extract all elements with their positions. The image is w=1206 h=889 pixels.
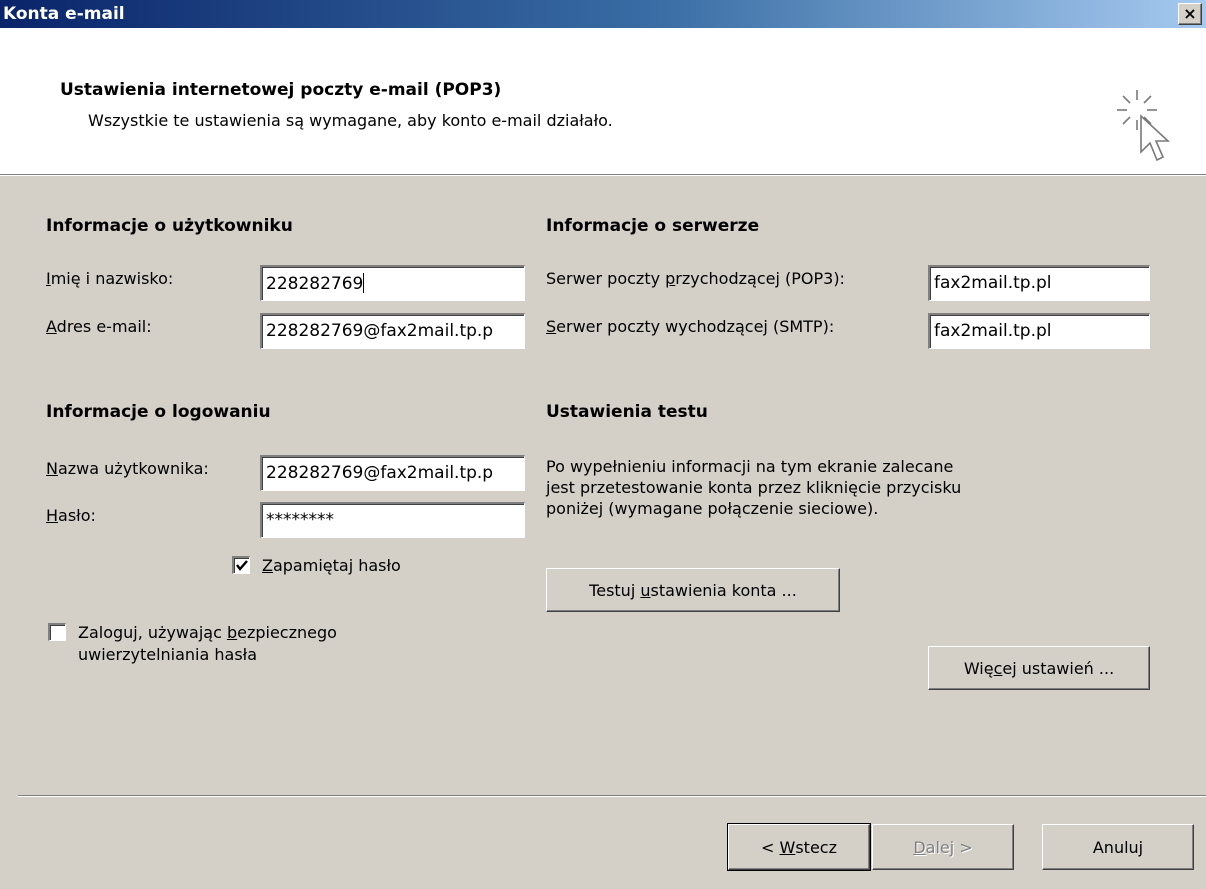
password-label: Hasło:	[46, 506, 96, 525]
name-label: Imię i nazwisko:	[46, 269, 174, 288]
incoming-server-label: Serwer poczty przychodzącej (POP3):	[546, 269, 845, 288]
name-field[interactable]: 228282769	[260, 265, 525, 301]
test-settings-description: Po wypełnieniu informacji na tym ekranie…	[546, 457, 962, 518]
page-title: Ustawienia internetowej poczty e-mail (P…	[60, 80, 502, 100]
outgoing-server-field[interactable]: fax2mail.tp.pl	[928, 313, 1150, 349]
window-title: Konta e-mail	[3, 4, 125, 24]
user-info-heading: Informacje o użytkowniku	[46, 216, 293, 236]
incoming-server-field[interactable]: fax2mail.tp.pl	[928, 265, 1150, 301]
password-field[interactable]: ********	[260, 502, 525, 538]
email-field[interactable]: 228282769@fax2mail.tp.p	[260, 313, 525, 349]
title-bar[interactable]: Konta e-mail ×	[0, 0, 1206, 28]
close-icon: ×	[1183, 4, 1197, 23]
username-label: Nazwa użytkownika:	[46, 459, 209, 478]
next-button[interactable]: Dalej >	[872, 824, 1014, 870]
login-info-heading: Informacje o logowaniu	[46, 402, 271, 422]
remember-password-checkbox[interactable]	[232, 556, 250, 574]
test-settings-heading: Ustawienia testu	[546, 402, 708, 422]
email-label: Adres e-mail:	[46, 317, 152, 336]
more-settings-button[interactable]: Więcej ustawień ...	[928, 646, 1150, 690]
page-subtitle: Wszystkie te ustawienia są wymagane, aby…	[88, 111, 613, 130]
wizard-cursor-sparkle-icon	[1117, 90, 1171, 162]
back-button[interactable]: < Wstecz	[727, 823, 871, 871]
remember-password-label[interactable]: Zapamiętaj hasło	[262, 556, 401, 575]
text-caret	[363, 273, 365, 293]
spa-checkbox[interactable]	[48, 623, 66, 641]
footer-divider	[18, 795, 1206, 797]
test-account-button[interactable]: Testuj ustawienia konta ...	[546, 568, 840, 612]
spa-label[interactable]: Zaloguj, używając bezpiecznego uwierzyte…	[78, 622, 337, 666]
wizard-header: Ustawienia internetowej poczty e-mail (P…	[0, 28, 1206, 174]
cancel-button[interactable]: Anuluj	[1042, 824, 1194, 870]
close-button[interactable]: ×	[1178, 3, 1202, 25]
header-divider	[0, 174, 1206, 176]
outgoing-server-label: Serwer poczty wychodzącej (SMTP):	[546, 317, 835, 336]
server-info-heading: Informacje o serwerze	[546, 216, 760, 236]
username-field[interactable]: 228282769@fax2mail.tp.p	[260, 455, 525, 491]
checkmark-icon	[236, 560, 248, 571]
